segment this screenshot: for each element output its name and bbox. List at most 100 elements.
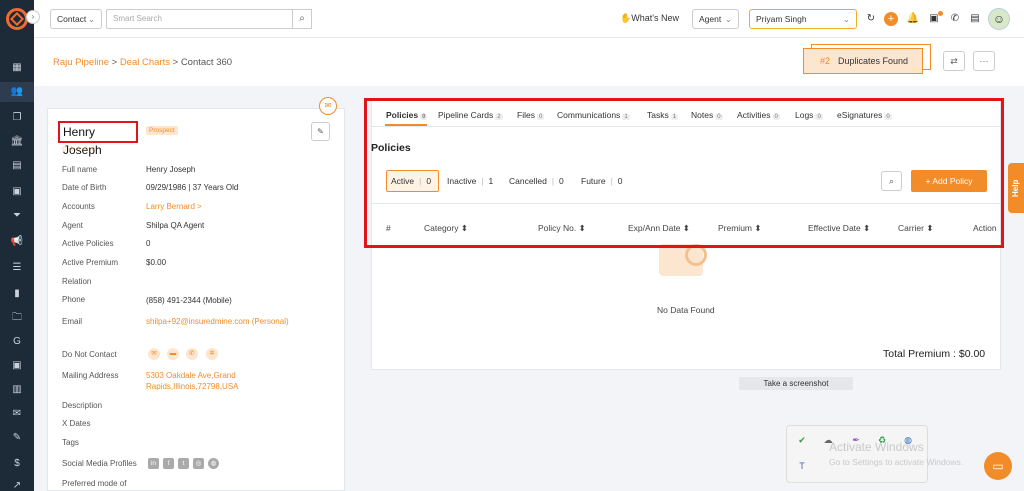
chevron-down-icon: ⌄ [724,14,732,24]
refresh-icon[interactable]: ↻ [864,12,878,26]
breadcrumb-contact-360: Contact 360 [180,57,233,68]
phone-value[interactable]: (858) 491-2344 (Mobile) [146,296,232,305]
activate-windows-title: Activate Windows [829,440,924,454]
phone-dnc-icon[interactable]: ✆ [186,348,198,360]
field-value: Shilpa QA Agent [146,221,205,230]
user-select-value: Priyam Singh [756,14,807,24]
avatar[interactable]: ☺ [988,8,1010,30]
field-label: Social Media Profiles [62,459,137,468]
chat-icon[interactable]: ▭ [984,452,1012,480]
field-label: Active Premium [62,258,119,267]
module-select-value: Contact [57,14,87,24]
shield-check-icon[interactable]: ✔ [796,434,808,446]
email-dnc-icon[interactable]: ✉ [148,348,160,360]
mailing-address-line2[interactable]: Rapids,Illinois,72798,USA [146,382,239,391]
activate-windows-subtitle: Go to Settings to activate Windows. [829,457,964,467]
take-screenshot-button[interactable]: Take a screenshot [739,377,853,390]
duplicates-found-button[interactable]: #2 Duplicates Found [803,48,923,74]
breadcrumb-deal-charts[interactable]: Deal Charts [120,57,170,68]
duplicates-label: Duplicates Found [838,56,909,66]
field-label: Full name [62,165,98,174]
rating-stars[interactable]: ☆☆☆☆☆ [61,145,97,153]
field-label: Accounts [62,202,95,211]
chevron-down-icon: ⌄ [842,14,850,24]
sidebar-collapse-button[interactable]: › [26,10,40,24]
bank-icon[interactable]: 🏛 [10,136,24,148]
megaphone-icon[interactable]: 📢 [10,236,24,248]
help-tab[interactable]: Help [1008,163,1024,213]
mail-icon[interactable]: ✉ [319,97,337,115]
field-value: 0 [146,239,151,248]
mail-icon[interactable]: ✉ [10,408,24,420]
field-label: Date of Birth [62,183,107,192]
field-label: Active Policies [62,239,114,248]
add-new-icon[interactable]: + [884,12,898,26]
highlight-frame [364,98,1004,248]
contact-card-icon[interactable]: ▣ [10,186,24,198]
breadcrumb-separator: > [108,57,120,68]
role-select-value: Agent [699,14,722,24]
instagram-icon[interactable]: ◎ [193,458,204,469]
google-icon[interactable]: G [10,336,24,348]
empty-state-text: No Data Found [657,305,715,315]
user-select[interactable]: Priyam Singh ⌄ [749,9,857,29]
signature-icon[interactable]: ✎ [10,432,24,444]
sms-dnc-icon[interactable]: ▬ [167,348,179,360]
breadcrumb-separator: > [169,57,181,68]
contact-name: Henry Joseph [58,121,138,157]
teams-icon[interactable]: T [796,460,808,472]
field-value: Henry Joseph [146,165,196,174]
field-label: Tags [62,438,79,447]
smart-search-input[interactable]: Smart Search [106,9,294,29]
mailing-address-line1[interactable]: 5303 Oakdale Ave,Grand [146,371,236,380]
edit-icon[interactable]: ✎ [311,122,330,141]
calendar-icon[interactable]: ▣ [10,360,24,372]
dashboard-icon[interactable]: ▦ [10,62,24,74]
folder-icon[interactable]: 🗀 [10,312,24,324]
search-icon[interactable]: ⌕ [292,9,312,29]
total-premium: Total Premium : $0.00 [883,348,986,360]
facebook-icon[interactable]: f [163,458,174,469]
notification-dot [938,11,943,16]
contacts-icon[interactable]: 👥 [0,82,34,102]
hand-icon: ✋ [620,13,632,23]
breadcrumb-raju-pipeline[interactable]: Raju Pipeline [53,57,109,68]
document-icon[interactable]: ▤ [10,160,24,172]
field-label: Description [62,401,103,410]
field-label: Agent [62,221,83,230]
module-select[interactable]: Contact ⌄ [50,9,102,29]
field-label: Email [62,317,83,326]
document-icon[interactable]: ▤ [968,12,982,26]
duplicates-count: #2 [820,56,831,66]
bell-icon[interactable]: 🔔 [906,12,920,26]
copy-icon[interactable]: ❐ [10,112,24,124]
breadcrumb: Raju Pipeline > Deal Charts > Contact 36… [53,57,232,68]
sync-icon[interactable]: ⇄ [943,51,965,71]
globe-icon[interactable]: ◍ [208,458,219,469]
settings-dnc-icon[interactable]: ✲ [206,348,218,360]
field-value: $0.00 [146,258,167,267]
filter-icon[interactable]: ⏷ [10,210,24,222]
list-icon[interactable]: ☰ [10,262,24,274]
phone-icon[interactable]: ✆ [948,12,962,26]
twitter-icon[interactable]: t [178,458,189,469]
chart-icon[interactable]: ▮ [10,288,24,300]
analytics-icon[interactable]: ↗ [10,480,24,491]
field-label: Relation [62,277,92,286]
field-value: 09/29/1986 | 37 Years Old [146,183,239,192]
field-label: Do Not Contact [62,350,117,359]
role-select[interactable]: Agent ⌄ [692,9,739,29]
field-label: Preferred mode of [62,479,127,488]
accounts-link[interactable]: Larry Bernard > [146,202,202,211]
whats-new-label: What's New [631,13,679,23]
dollar-icon[interactable]: $ [10,458,24,470]
more-options-icon[interactable]: ··· [973,51,995,71]
linkedin-icon[interactable]: in [148,458,159,469]
whats-new-link[interactable]: ✋What's New [620,13,679,24]
email-link[interactable]: shilpa+92@insuredmine.com (Personal) [146,317,289,326]
field-label: X Dates [62,419,91,428]
field-label: Phone [62,295,86,304]
status-badge: Prospect [146,126,178,135]
calendar-alt-icon[interactable]: ▥ [10,384,24,396]
field-label: Mailing Address [62,371,119,380]
